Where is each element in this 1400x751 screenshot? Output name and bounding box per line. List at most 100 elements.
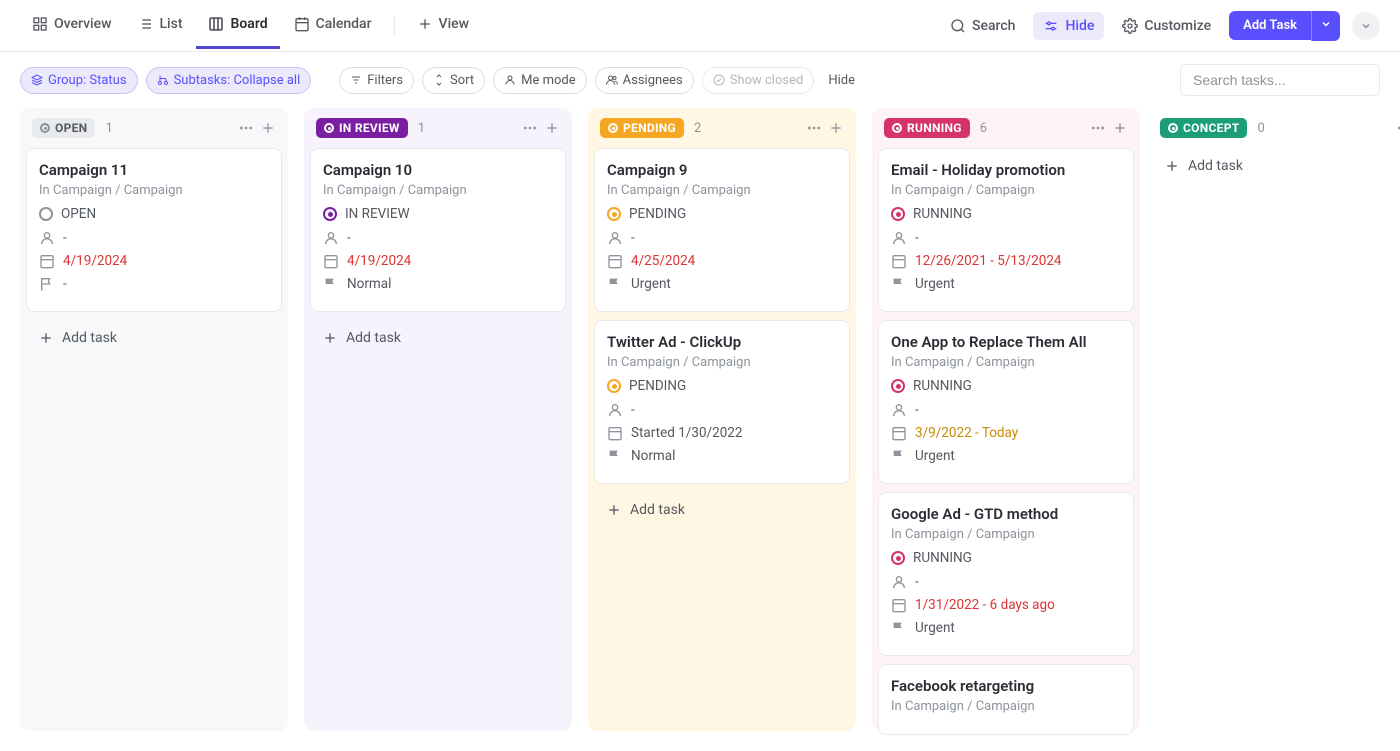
- group-chip[interactable]: Group: Status: [20, 67, 138, 94]
- flag-icon: [891, 448, 907, 464]
- status-ring-icon: [607, 379, 621, 393]
- card-path: In Campaign / Campaign: [891, 527, 1121, 542]
- board-icon: [208, 16, 224, 32]
- assignee-icon: [891, 574, 907, 590]
- assignee-icon: [891, 230, 907, 246]
- sliders-icon: [1043, 18, 1059, 34]
- plus-icon[interactable]: [544, 120, 560, 136]
- task-card[interactable]: Twitter Ad - ClickUp In Campaign / Campa…: [594, 320, 850, 484]
- search-label: Search: [972, 18, 1015, 34]
- card-priority: Normal: [631, 448, 675, 464]
- plus-icon[interactable]: [1112, 120, 1128, 136]
- add-task-button[interactable]: Add task: [1156, 148, 1400, 184]
- chip-label: Show closed: [730, 73, 804, 88]
- hide-link[interactable]: Hide: [828, 73, 855, 88]
- chip-label: Assignees: [623, 73, 683, 88]
- card-priority: Urgent: [631, 276, 671, 292]
- customize-button[interactable]: Customize: [1112, 12, 1221, 40]
- column-header: CONCEPT 0: [1156, 108, 1400, 148]
- card-priority: Urgent: [915, 276, 955, 292]
- card-date: 4/19/2024: [347, 253, 411, 269]
- more-icon[interactable]: [1090, 120, 1106, 136]
- tab-label: Calendar: [316, 16, 372, 32]
- add-task-button[interactable]: Add task: [594, 492, 850, 528]
- status-ring-icon: [323, 207, 337, 221]
- calendar-icon: [891, 597, 907, 613]
- card-assignee: -: [631, 402, 635, 418]
- plus-icon: [606, 502, 622, 518]
- more-icon[interactable]: [238, 120, 254, 136]
- me-mode-chip[interactable]: Me mode: [493, 67, 587, 94]
- add-task-button[interactable]: Add task: [310, 320, 566, 356]
- search-tasks-input[interactable]: [1180, 64, 1380, 96]
- card-path: In Campaign / Campaign: [323, 183, 553, 198]
- card-path: In Campaign / Campaign: [607, 355, 837, 370]
- card-path: In Campaign / Campaign: [891, 699, 1121, 714]
- task-card[interactable]: Campaign 9 In Campaign / Campaign PENDIN…: [594, 148, 850, 312]
- status-pill[interactable]: IN REVIEW: [316, 118, 408, 138]
- status-pill[interactable]: PENDING: [600, 118, 684, 138]
- list-icon: [137, 16, 153, 32]
- status-pill[interactable]: CONCEPT: [1160, 118, 1247, 138]
- add-task-label: Add task: [62, 330, 117, 346]
- add-task-button[interactable]: Add Task: [1229, 11, 1311, 40]
- column-concept: CONCEPT 0 Add task: [1156, 108, 1400, 731]
- subtasks-chip[interactable]: Subtasks: Collapse all: [146, 67, 312, 94]
- task-card[interactable]: Email - Holiday promotion In Campaign / …: [878, 148, 1134, 312]
- calendar-icon: [607, 253, 623, 269]
- chip-label: Filters: [367, 73, 403, 88]
- task-card[interactable]: Google Ad - GTD method In Campaign / Cam…: [878, 492, 1134, 656]
- add-task-dropdown[interactable]: [1311, 11, 1340, 41]
- task-card[interactable]: Campaign 11 In Campaign / Campaign OPEN …: [26, 148, 282, 312]
- tab-board[interactable]: Board: [196, 2, 279, 49]
- task-card[interactable]: Campaign 10 In Campaign / Campaign IN RE…: [310, 148, 566, 312]
- tab-calendar[interactable]: Calendar: [282, 2, 384, 49]
- card-priority: -: [63, 276, 67, 292]
- column-header: PENDING 2: [588, 108, 856, 148]
- card-status: RUNNING: [913, 550, 972, 566]
- chip-label: Me mode: [521, 73, 576, 88]
- plus-icon[interactable]: [260, 120, 276, 136]
- add-task-button[interactable]: Add task: [26, 320, 282, 356]
- task-card[interactable]: One App to Replace Them All In Campaign …: [878, 320, 1134, 484]
- card-priority: Urgent: [915, 620, 955, 636]
- status-ring-icon: [39, 207, 53, 221]
- flag-icon: [323, 276, 339, 292]
- status-pill[interactable]: RUNNING: [884, 118, 970, 138]
- more-icon[interactable]: [806, 120, 822, 136]
- tab-add-view[interactable]: View: [405, 2, 482, 49]
- sort-chip[interactable]: Sort: [422, 67, 485, 94]
- card-title: Email - Holiday promotion: [891, 161, 1121, 179]
- users-icon: [606, 74, 618, 86]
- column-pending: PENDING 2 Campaign 9 In Campaign / Campa…: [588, 108, 856, 731]
- user-menu[interactable]: [1352, 12, 1380, 40]
- status-name: CONCEPT: [1183, 121, 1239, 135]
- card-status: IN REVIEW: [345, 206, 410, 222]
- show-closed-chip[interactable]: Show closed: [702, 67, 815, 94]
- card-status: RUNNING: [913, 378, 972, 394]
- more-icon[interactable]: [522, 120, 538, 136]
- flag-icon: [891, 276, 907, 292]
- task-card[interactable]: Facebook retargeting In Campaign / Campa…: [878, 664, 1134, 735]
- view-tabs: Overview List Board Calendar View: [20, 2, 481, 49]
- filters-chip[interactable]: Filters: [339, 67, 414, 94]
- status-pill[interactable]: OPEN: [32, 118, 95, 138]
- plus-icon[interactable]: [828, 120, 844, 136]
- card-title: One App to Replace Them All: [891, 333, 1121, 351]
- customize-label: Customize: [1144, 18, 1211, 34]
- tab-list[interactable]: List: [125, 2, 194, 49]
- plus-icon: [38, 330, 54, 346]
- card-title: Twitter Ad - ClickUp: [607, 333, 837, 351]
- check-circle-icon: [713, 74, 725, 86]
- search-button[interactable]: Search: [940, 12, 1025, 40]
- hide-button[interactable]: Hide: [1033, 12, 1104, 40]
- card-date: 1/31/2022 - 6 days ago: [915, 597, 1055, 613]
- assignees-chip[interactable]: Assignees: [595, 67, 694, 94]
- filter-icon: [350, 74, 362, 86]
- card-date: 12/26/2021 - 5/13/2024: [915, 253, 1062, 269]
- calendar-icon: [39, 253, 55, 269]
- plus-icon: [322, 330, 338, 346]
- calendar-icon: [607, 425, 623, 441]
- more-icon[interactable]: [1396, 120, 1400, 136]
- tab-overview[interactable]: Overview: [20, 2, 123, 49]
